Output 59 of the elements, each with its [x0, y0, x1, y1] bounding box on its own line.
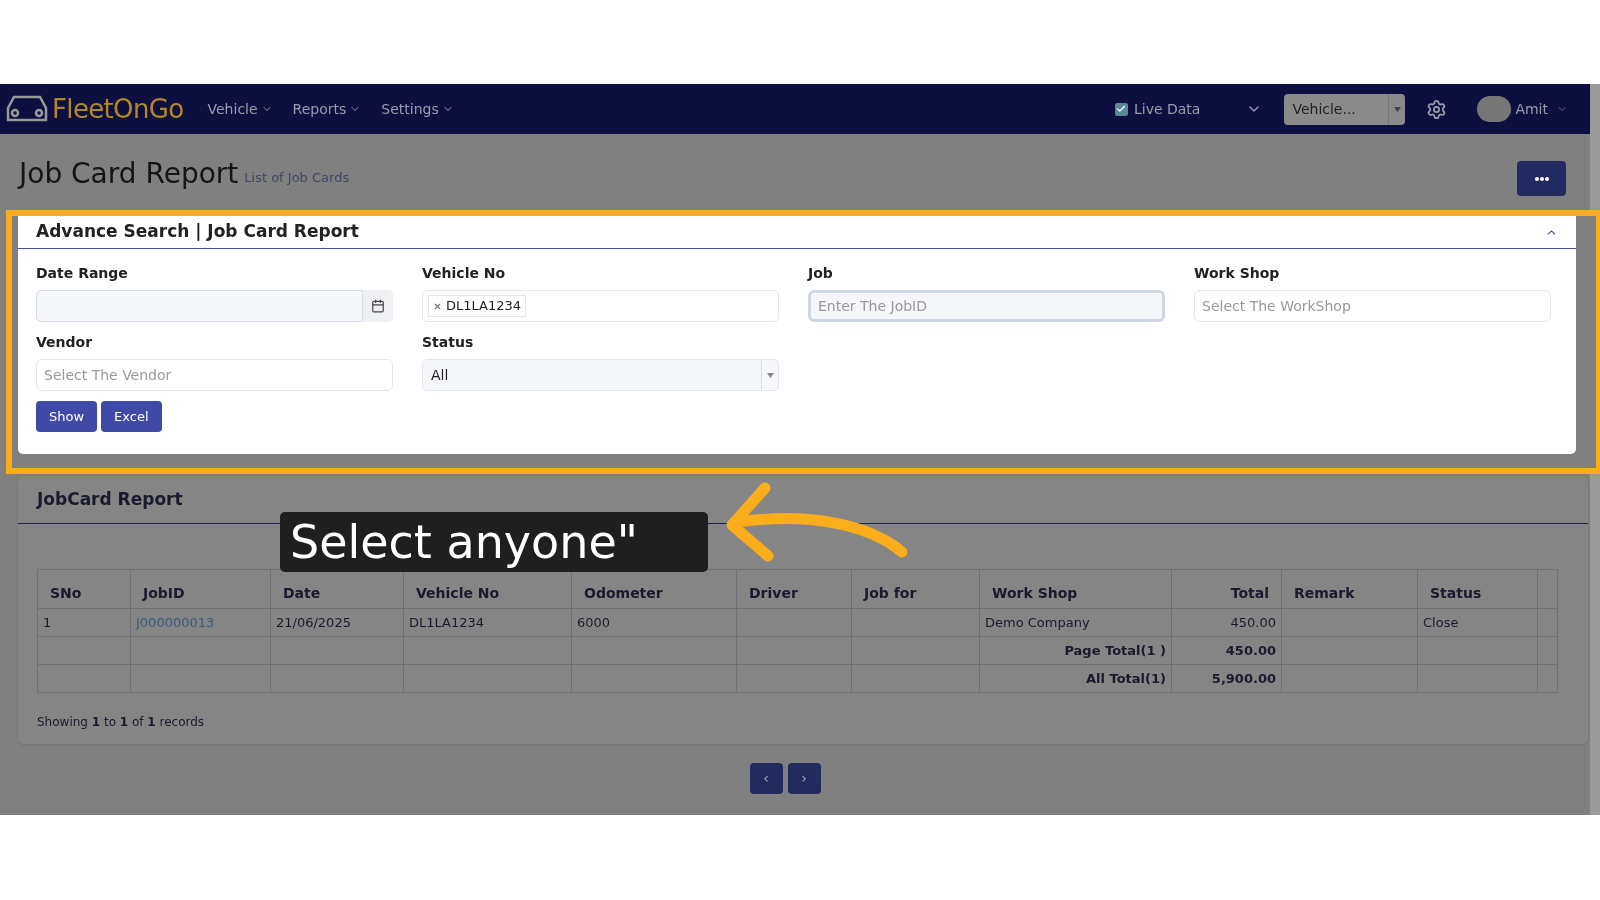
caret-icon [1393, 106, 1401, 112]
table-cell: Demo Company [985, 614, 1090, 630]
total-cell: All Total(1) [1086, 670, 1166, 686]
caret-icon [766, 372, 774, 378]
avatar-icon[interactable] [1477, 96, 1512, 122]
nav-menu[interactable]: Vehicle [207, 98, 273, 120]
pager-button[interactable]: ‹ [749, 763, 783, 794]
field-label: Work Shop [1194, 264, 1281, 283]
date-range-field[interactable] [36, 290, 363, 322]
settings-icon[interactable] [1426, 98, 1448, 120]
nav-menu[interactable]: Reports [292, 98, 362, 120]
table-cell: Close [1423, 614, 1459, 630]
vehicle-select-field[interactable]: DL1LA1234 [422, 290, 779, 322]
records-summary: Showing 1 to 1 of 1 records [37, 715, 205, 729]
column-header[interactable]: Status [1417, 569, 1538, 609]
text-field[interactable]: Enter The JobID [808, 290, 1165, 322]
callout-tooltip: Select anyone" [280, 512, 708, 572]
logo-text[interactable]: FleetOnGo [52, 89, 184, 129]
column-header[interactable]: Job for [851, 569, 980, 609]
more-icon [1534, 176, 1549, 181]
column-header[interactable]: JobID [130, 569, 271, 609]
column-header[interactable]: SNo [37, 569, 131, 609]
table-cell: DL1LA1234 [409, 614, 485, 630]
text-field[interactable]: Select The Vendor [36, 359, 393, 391]
total-cell: Page Total(1 ) [1064, 642, 1166, 658]
table-cell: 450.00 [1230, 614, 1276, 630]
column-header[interactable]: Work Shop [979, 569, 1172, 609]
vehicle-tag[interactable]: DL1LA1234 [428, 295, 527, 317]
table-cell: 1 [43, 614, 52, 630]
status-select[interactable]: All [422, 359, 779, 391]
action-button[interactable]: Excel [101, 401, 162, 432]
live-data-label: Live Data [1133, 99, 1201, 119]
column-header[interactable]: Total [1171, 569, 1282, 609]
column-header[interactable]: Remark [1281, 569, 1418, 609]
field-label: Date Range [36, 264, 129, 283]
field-label: Status [422, 333, 475, 352]
action-button[interactable]: Show [36, 401, 98, 432]
page-title: Job Card Report [19, 156, 239, 192]
text-field[interactable]: Select The WorkShop [1194, 290, 1551, 322]
field-label: Job [808, 264, 834, 283]
table-cell: 6000 [577, 614, 611, 630]
column-header[interactable]: Driver [736, 569, 852, 609]
live-data-checkbox[interactable] [1114, 102, 1128, 116]
scrollbar[interactable] [1590, 84, 1600, 815]
report-title: JobCard Report [37, 487, 183, 511]
remove-icon[interactable] [433, 301, 442, 311]
total-cell: 450.00 [1225, 642, 1276, 658]
vehicle-select[interactable]: Vehicle... [1284, 93, 1406, 125]
calendar-icon[interactable] [363, 290, 393, 322]
nav-menu[interactable]: Settings [381, 98, 454, 120]
panel-title: Advance Search | Job Card Report [36, 220, 359, 244]
field-label: Vendor [36, 333, 94, 352]
field-label: Vehicle No [422, 264, 507, 283]
total-cell: 5,900.00 [1211, 670, 1276, 686]
table-cell: 21/06/2025 [276, 614, 351, 630]
page-subtitle: List of Job Cards [244, 168, 350, 187]
user-name[interactable]: Amit [1515, 98, 1548, 120]
more-button[interactable] [1517, 161, 1566, 196]
pager-button[interactable]: › [787, 763, 821, 794]
